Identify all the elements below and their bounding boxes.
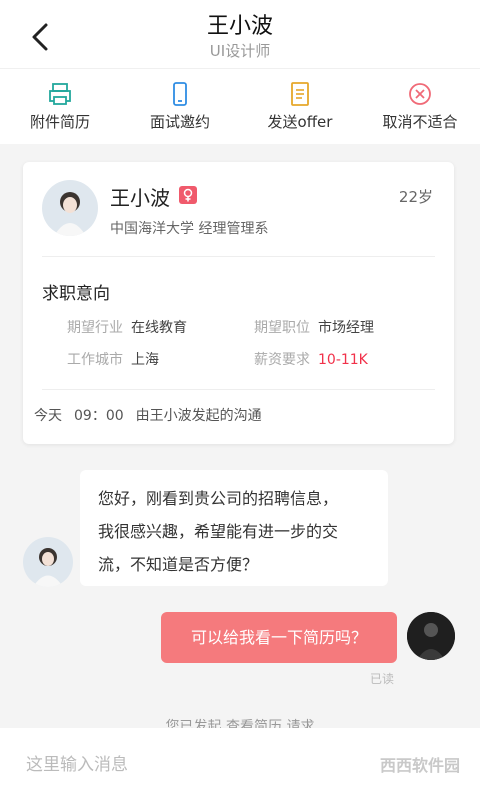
page-subtitle: UI设计师 <box>209 42 271 60</box>
outgoing-message: 可以给我看一下简历吗？ <box>161 612 397 663</box>
divider <box>42 256 435 257</box>
reject-button[interactable]: 取消不适合 <box>360 69 480 144</box>
send-offer-button[interactable]: 发送offer <box>240 69 360 144</box>
industry-key: 期望行业 <box>67 320 123 336</box>
message-line: 我很感兴趣，希望能有进一步的交 <box>98 522 339 541</box>
conversation-time: 09：00 <box>74 408 124 424</box>
message-line: 您好，刚看到贵公司的招聘信息， <box>98 489 339 508</box>
action-bar: 附件简历 面试邀约 发送offer 取消不适合 <box>0 68 480 144</box>
conversation-desc: 由王小波发起的沟通 <box>135 408 262 424</box>
user-avatar[interactable] <box>407 612 455 660</box>
attachment-resume-button[interactable]: 附件简历 <box>0 69 120 144</box>
female-icon <box>179 186 197 204</box>
salary-field: 薪资要求 10-11K <box>254 349 368 369</box>
document-icon <box>291 82 309 106</box>
conversation-day: 今天 <box>34 408 62 424</box>
intent-title: 求职意向 <box>42 284 110 304</box>
candidate-education: 中国海洋大学 经理管理系 <box>110 221 269 237</box>
conversation-info: 今天 09：00 由王小波发起的沟通 <box>34 405 262 425</box>
candidate-age: 22岁 <box>398 188 433 206</box>
action-label: 取消不适合 <box>382 113 458 131</box>
candidate-card[interactable]: 王小波 22岁 中国海洋大学 经理管理系 求职意向 期望行业 在线教育 期望职位市… <box>23 162 454 444</box>
message-line: 流，不知道是否方便？ <box>98 555 259 574</box>
interview-invite-button[interactable]: 面试邀约 <box>120 69 240 144</box>
sender-avatar[interactable] <box>23 537 73 587</box>
action-label: 附件简历 <box>29 113 90 131</box>
salary-key: 薪资要求 <box>254 352 310 368</box>
position-key: 期望职位 <box>254 320 310 336</box>
position-field: 期望职位 市场经理 <box>254 317 374 337</box>
city-key: 工作城市 <box>67 352 123 368</box>
action-label: 发送offer <box>267 113 333 131</box>
divider <box>42 389 435 390</box>
header: 王小波 UI设计师 <box>0 0 480 68</box>
incoming-message: 您好，刚看到贵公司的招聘信息， 我很感兴趣，希望能有进一步的交 流，不知道是否方… <box>80 470 388 586</box>
candidate-name: 王小波 <box>110 186 170 210</box>
page-title: 王小波 <box>206 14 273 39</box>
industry-field: 期望行业 在线教育 <box>67 317 187 337</box>
industry-value: 在线教育 <box>131 320 187 336</box>
salary-value: 10-11K <box>318 352 368 368</box>
position-value: 市场经理 <box>318 320 374 336</box>
printer-icon <box>49 83 71 105</box>
city-field: 工作城市 上海 <box>67 349 159 369</box>
message-input[interactable]: 这里输入消息 <box>26 750 128 775</box>
read-status: 已读 <box>370 672 395 686</box>
avatar[interactable] <box>42 180 98 236</box>
input-bar: 这里输入消息 西西软件园 <box>0 728 480 800</box>
action-label: 面试邀约 <box>149 113 210 131</box>
phone-icon <box>173 82 187 106</box>
city-value: 上海 <box>131 352 159 368</box>
watermark: 西西软件园 <box>379 756 460 775</box>
close-circle-icon <box>409 83 431 105</box>
